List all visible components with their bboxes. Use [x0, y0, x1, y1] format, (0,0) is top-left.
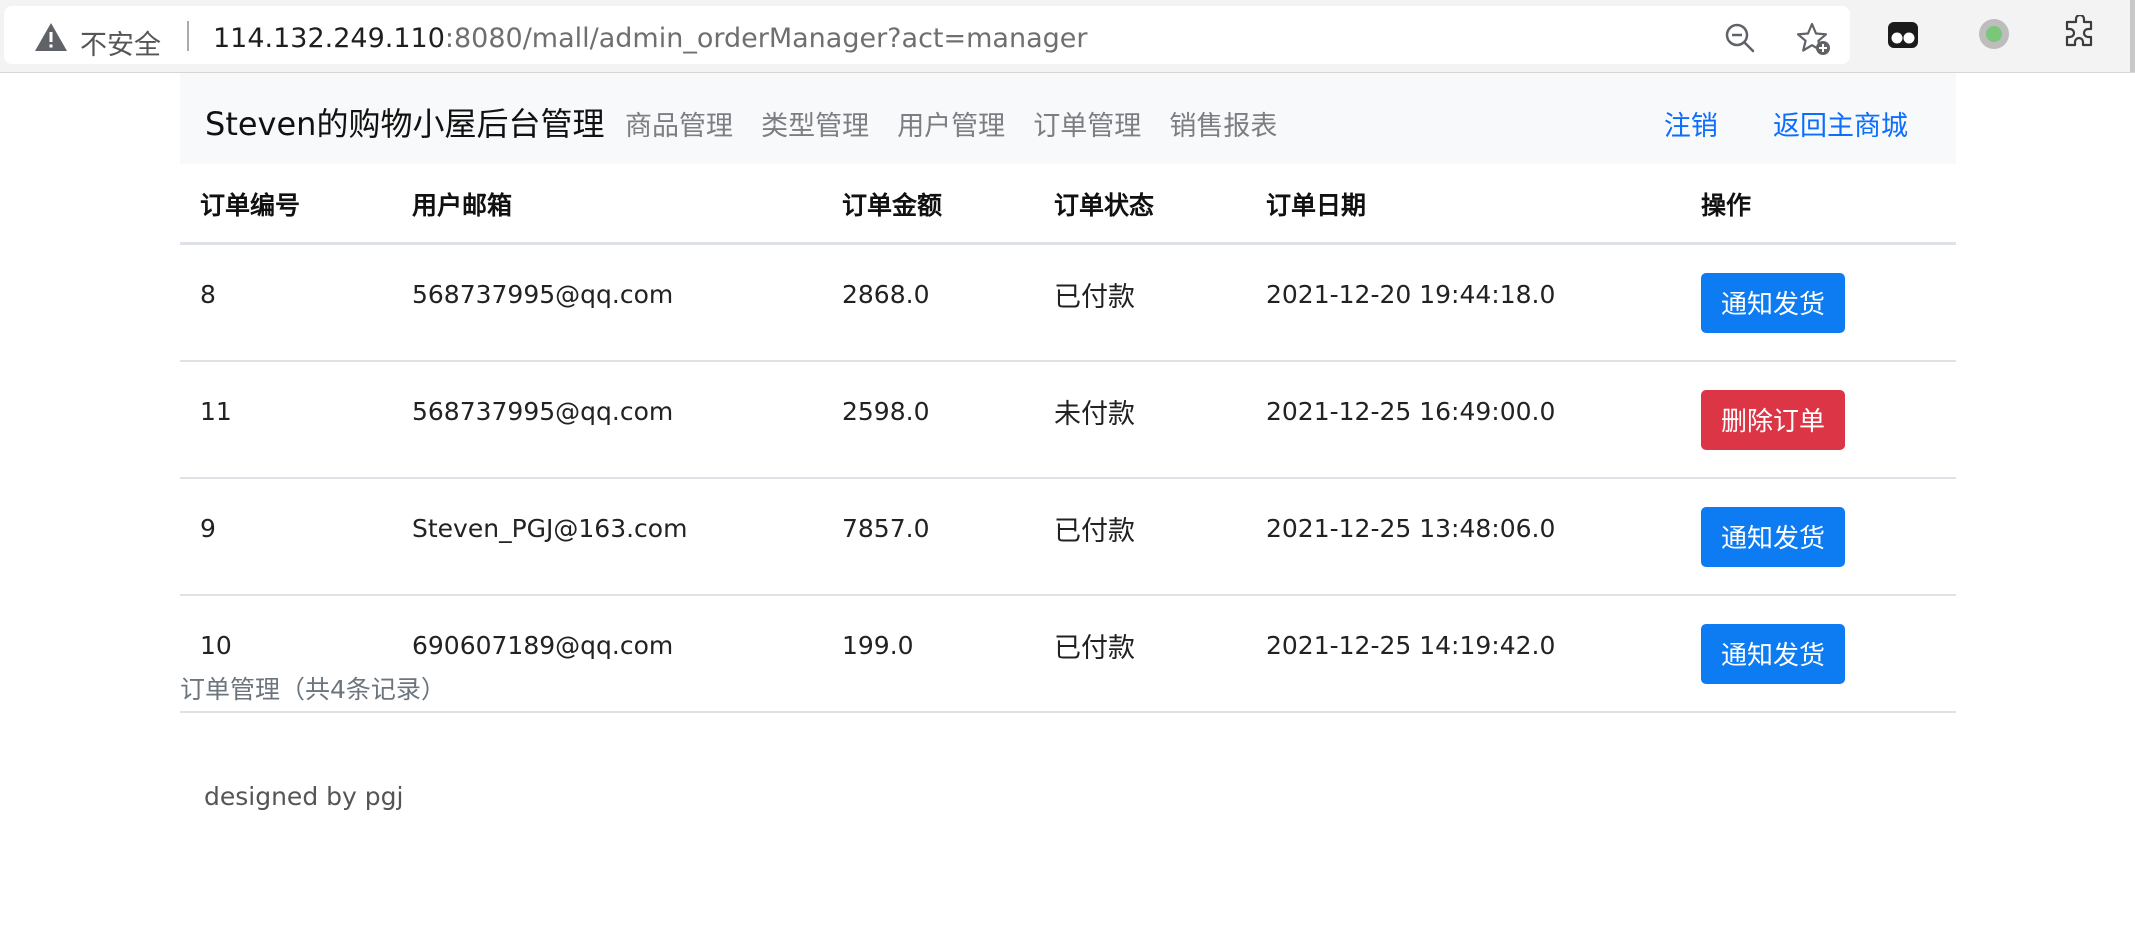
site-brand[interactable]: Steven的购物小屋后台管理: [205, 99, 604, 145]
nav-product-management[interactable]: 商品管理: [625, 104, 733, 143]
delete-order-button[interactable]: 删除订单: [1701, 389, 1845, 450]
back-to-mall-link[interactable]: 返回主商城: [1773, 111, 1908, 142]
logout-link[interactable]: 注销: [1664, 111, 1718, 142]
header-user-email: 用户邮箱: [392, 165, 822, 245]
address-bar[interactable]: 不安全 114.132.249.110:8080/mall/admin_orde…: [4, 6, 1850, 64]
table-row: 8 568737995@qq.com 2868.0 已付款 2021-12-20…: [180, 243, 1956, 362]
order-email: 568737995@qq.com: [392, 361, 822, 479]
order-date: 2021-12-25 16:49:00.0: [1246, 361, 1681, 479]
header-order-date: 订单日期: [1246, 165, 1681, 245]
zoom-out-icon[interactable]: [1724, 22, 1756, 54]
order-actions: 通知发货: [1681, 243, 1956, 362]
address-divider: [187, 21, 189, 51]
order-id: 11: [180, 361, 392, 479]
notify-shipping-button[interactable]: 通知发货: [1701, 623, 1845, 684]
order-actions: 通知发货: [1681, 478, 1956, 596]
header-order-status: 订单状态: [1034, 165, 1246, 245]
admin-navbar: Steven的购物小屋后台管理 商品管理 类型管理 用户管理 订单管理 销售报表…: [180, 73, 1956, 164]
order-email: Steven_PGJ@163.com: [392, 478, 822, 596]
table-row: 11 568737995@qq.com 2598.0 未付款 2021-12-2…: [180, 361, 1956, 479]
url-text[interactable]: 114.132.249.110:8080/mall/admin_orderMan…: [213, 23, 1087, 54]
orders-table: 订单编号 用户邮箱 订单金额 订单状态 订单日期 操作 8 568737995@…: [180, 165, 1956, 713]
order-amount: 2598.0: [822, 361, 1034, 479]
order-actions: 删除订单: [1681, 361, 1956, 479]
table-row: 9 Steven_PGJ@163.com 7857.0 已付款 2021-12-…: [180, 478, 1956, 596]
order-id: 9: [180, 478, 392, 596]
table-header-row: 订单编号 用户邮箱 订单金额 订单状态 订单日期 操作: [180, 165, 1956, 245]
order-status: 已付款: [1034, 595, 1246, 713]
nav-account-links: 注销 返回主商城: [1614, 104, 1908, 143]
favorite-add-icon[interactable]: [1796, 21, 1832, 57]
browser-toolbar: 不安全 114.132.249.110:8080/mall/admin_orde…: [0, 0, 2135, 73]
notify-shipping-button[interactable]: 通知发货: [1701, 272, 1845, 333]
order-amount: 7857.0: [822, 478, 1034, 596]
extensions-puzzle-icon[interactable]: [2062, 15, 2098, 51]
order-amount: 199.0: [822, 595, 1034, 713]
order-email: 568737995@qq.com: [392, 243, 822, 362]
url-host: 114.132.249.110: [213, 23, 445, 54]
nav-order-management[interactable]: 订单管理: [1033, 104, 1141, 143]
warning-icon[interactable]: [34, 22, 68, 52]
order-date: 2021-12-25 13:48:06.0: [1246, 478, 1681, 596]
order-actions: 通知发货: [1681, 595, 1956, 713]
extension-tab-icon[interactable]: [1887, 19, 1919, 51]
header-order-amount: 订单金额: [822, 165, 1034, 245]
designed-by-footer: designed by pgj: [204, 782, 404, 811]
header-order-id: 订单编号: [180, 165, 392, 245]
order-date: 2021-12-25 14:19:42.0: [1246, 595, 1681, 713]
nav-category-management[interactable]: 类型管理: [761, 104, 869, 143]
nav-sales-report[interactable]: 销售报表: [1169, 104, 1277, 143]
extension-status-icon[interactable]: [1977, 17, 2011, 51]
nav-links: 商品管理 类型管理 用户管理 订单管理 销售报表: [625, 104, 1300, 143]
order-amount: 2868.0: [822, 243, 1034, 362]
record-count-summary: 订单管理（共4条记录）: [180, 675, 446, 704]
order-date: 2021-12-20 19:44:18.0: [1246, 243, 1681, 362]
order-status: 已付款: [1034, 478, 1246, 596]
header-actions: 操作: [1681, 165, 1956, 245]
order-email: 690607189@qq.com: [392, 595, 822, 713]
url-path: :8080/mall/admin_orderManager?act=manage…: [444, 23, 1088, 54]
security-label[interactable]: 不安全: [80, 23, 161, 62]
table-row: 10 690607189@qq.com 199.0 已付款 2021-12-25…: [180, 595, 1956, 713]
nav-user-management[interactable]: 用户管理: [897, 104, 1005, 143]
notify-shipping-button[interactable]: 通知发货: [1701, 506, 1845, 567]
order-status: 已付款: [1034, 243, 1246, 362]
order-status: 未付款: [1034, 361, 1246, 479]
window-edge: [2130, 0, 2135, 72]
order-id: 8: [180, 243, 392, 362]
